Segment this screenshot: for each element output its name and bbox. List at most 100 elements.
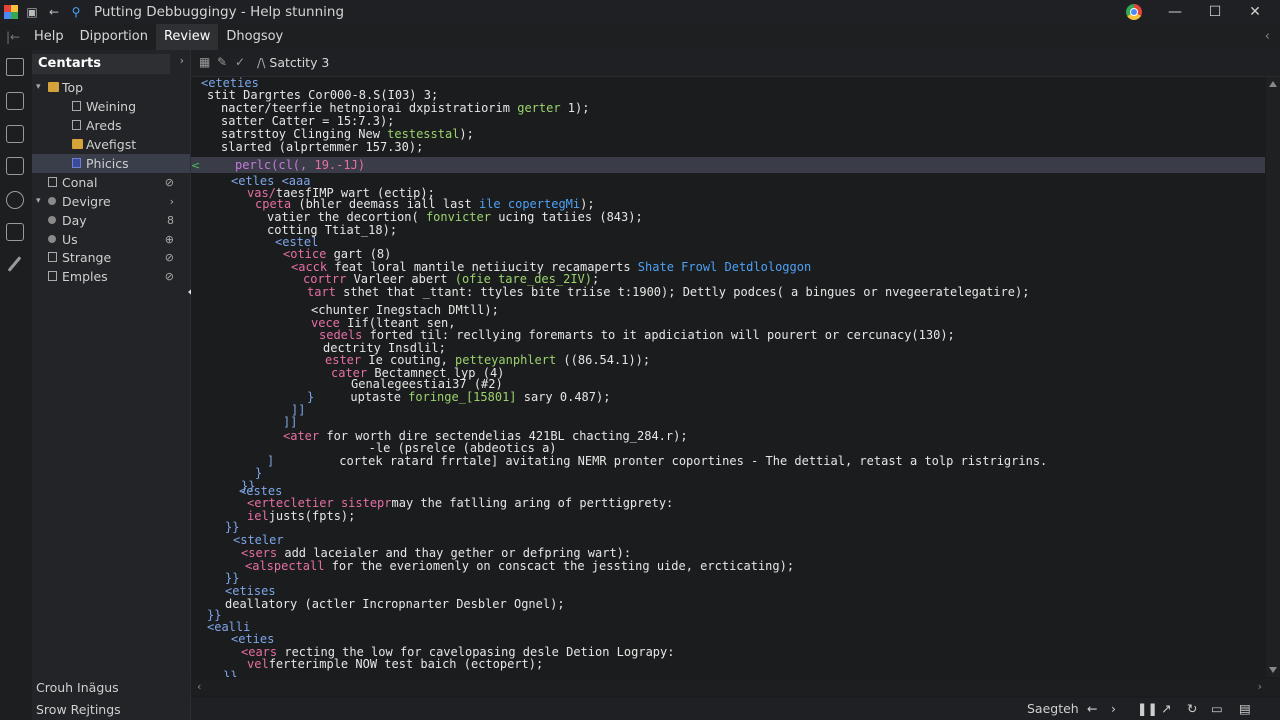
collapse-panel-icon[interactable]: |← bbox=[0, 30, 26, 44]
nav-forward-icon[interactable]: › bbox=[1111, 701, 1116, 716]
code-editor[interactable]: < <eteties stit Dargrtes Cor000-8.S(I03) … bbox=[191, 77, 1280, 677]
chevron-right-icon[interactable]: › bbox=[180, 54, 184, 67]
folder-icon bbox=[48, 82, 59, 92]
sidebar-tree-item[interactable]: Strange ⊘ bbox=[32, 248, 190, 267]
code-token: ucing tatiies (843); bbox=[490, 210, 643, 224]
code-token: gerter bbox=[517, 101, 561, 115]
scroll-down-icon[interactable] bbox=[1269, 667, 1277, 673]
code-token: sedels bbox=[319, 328, 363, 342]
file-icon bbox=[48, 197, 56, 205]
code-token: justs(fpts); bbox=[268, 509, 356, 523]
layout-icon[interactable]: ▭ bbox=[1211, 701, 1223, 716]
panel-icon[interactable] bbox=[6, 157, 24, 175]
breakpoint-arrow-icon[interactable]: < bbox=[191, 159, 200, 172]
status-search[interactable]: Saegteh bbox=[1027, 701, 1079, 716]
more-icon[interactable]: ‹ bbox=[1265, 24, 1270, 50]
file-icon bbox=[48, 252, 57, 262]
code-token: ; bbox=[592, 272, 600, 286]
sidebar-tree-item[interactable]: Weining bbox=[32, 97, 190, 116]
sidebar-tree-item[interactable]: ▾ Top bbox=[32, 78, 190, 97]
chevron-down-icon[interactable]: ▾ bbox=[36, 192, 41, 211]
code-token: <steler bbox=[233, 533, 284, 547]
code-token: forted til: recllying foremarts to it ap… bbox=[362, 328, 955, 342]
check-icon[interactable]: ✓ bbox=[235, 55, 245, 69]
sidebar-tree-item[interactable]: Areds bbox=[32, 116, 190, 135]
tree-item-action-icon[interactable]: 8 bbox=[167, 211, 174, 230]
tree-item-action-icon[interactable]: ⊘ bbox=[165, 248, 174, 267]
code-line: deallatory (actler Incropnarter Desbler … bbox=[225, 598, 565, 611]
grid-icon[interactable]: ▦ bbox=[199, 55, 210, 69]
editor-tab[interactable]: /\ Satctity 3 bbox=[257, 53, 329, 73]
scroll-right-icon[interactable]: › bbox=[1258, 680, 1262, 693]
menu-item[interactable]: Help bbox=[26, 24, 72, 50]
sidebar-tree-item[interactable]: Emples ⊘ bbox=[32, 267, 190, 286]
sidebar-tree-label: Avefigst bbox=[86, 137, 137, 152]
code-token: gart (8) bbox=[326, 247, 392, 261]
code-token: tart bbox=[307, 285, 336, 299]
tree-item-action-icon[interactable]: › bbox=[170, 192, 174, 211]
menu-item[interactable]: Dipportion bbox=[72, 24, 156, 50]
brush-icon[interactable] bbox=[6, 255, 24, 273]
code-token: slarted (alprtemmer 157.30); bbox=[221, 140, 424, 154]
edit-icon[interactable]: ✎ bbox=[217, 55, 227, 69]
sidebar-tree-label: Weining bbox=[86, 99, 137, 114]
scroll-left-icon[interactable]: ‹ bbox=[197, 680, 201, 693]
save-icon[interactable]: ▣ bbox=[24, 4, 40, 20]
code-token: } bbox=[255, 466, 263, 480]
code-token: }} bbox=[225, 571, 240, 585]
sidebar-tree-label: Conal bbox=[62, 175, 98, 190]
menu-item[interactable]: Review bbox=[155, 24, 219, 50]
menu-item[interactable]: Dhogsoy bbox=[218, 24, 291, 50]
scroll-up-icon[interactable] bbox=[1269, 81, 1277, 87]
code-token: Varleer abert bbox=[346, 272, 455, 286]
refresh-icon[interactable]: ↻ bbox=[1187, 701, 1197, 716]
chevron-down-icon[interactable]: ▾ bbox=[36, 78, 41, 97]
code-line: ] cortek ratard frrtale] avitating NEMR … bbox=[267, 455, 1047, 468]
sidebar-tree-item[interactable]: Day 8 bbox=[32, 211, 190, 230]
tree-item-action-icon[interactable]: ⊕ bbox=[165, 230, 174, 249]
minimize-icon[interactable]: — bbox=[1168, 4, 1182, 20]
code-token: 1); bbox=[560, 101, 590, 115]
code-token: Genalegeestiai37 (#2) bbox=[351, 377, 503, 391]
pause-icon[interactable]: ❚❚ bbox=[1137, 701, 1158, 716]
code-token: stit Dargrtes Cor000-8.S(I03) 3; bbox=[207, 88, 439, 102]
title-bar: ▣ ← ⚲ Putting Debbuggingy - Help stunnin… bbox=[0, 0, 1280, 24]
code-line: ieljusts(fpts); bbox=[247, 510, 355, 523]
nav-back-icon[interactable]: ← bbox=[1087, 701, 1097, 716]
code-token: <ater bbox=[283, 429, 320, 443]
notifications-icon[interactable]: ▤ bbox=[1239, 701, 1251, 716]
editor-toolbar: ▦ ✎ ✓ /\ Satctity 3 bbox=[191, 50, 1280, 77]
sidebar-header-label: Centarts bbox=[38, 56, 101, 71]
sidebar-tree-item[interactable]: Phicics bbox=[32, 154, 190, 173]
code-token: cpeta bbox=[255, 197, 292, 211]
code-token: <chunter Inegstach DMtll); bbox=[311, 303, 499, 317]
tree-item-action-icon[interactable]: ⊘ bbox=[165, 173, 174, 192]
maximize-icon[interactable]: ☐ bbox=[1208, 4, 1222, 20]
document-icon[interactable] bbox=[6, 92, 24, 110]
sidebar-footer-item[interactable]: Crouh Inägus bbox=[36, 680, 119, 695]
extensions-icon[interactable] bbox=[6, 223, 24, 241]
debug-icon[interactable] bbox=[6, 191, 24, 209]
search-icon[interactable]: ⚲ bbox=[68, 4, 84, 20]
sidebar-header[interactable]: Centarts bbox=[32, 54, 170, 74]
sidebar-tree-item[interactable]: ▾ Devigre › bbox=[32, 192, 190, 211]
browser-icon[interactable] bbox=[1126, 4, 1142, 20]
tree-item-action-icon[interactable]: ⊘ bbox=[165, 267, 174, 286]
file-icon bbox=[48, 216, 56, 224]
sidebar-tree-item[interactable]: Conal ⊘ bbox=[32, 173, 190, 192]
sidebar-tree-item[interactable]: Us ⊕ bbox=[32, 230, 190, 249]
back-arrow-icon[interactable]: ← bbox=[46, 4, 62, 20]
code-token: foringe_[15801] bbox=[408, 390, 517, 404]
sidebar-tree-label: Emples bbox=[62, 269, 108, 284]
sidebar-footer-item[interactable]: Srow Rejtings bbox=[36, 702, 121, 717]
chart-icon[interactable] bbox=[6, 125, 24, 143]
close-icon[interactable]: ✕ bbox=[1248, 4, 1262, 20]
code-token: ester bbox=[325, 353, 362, 367]
code-token: satrsttoy Clinging New bbox=[221, 127, 388, 141]
redo-icon[interactable]: ↗ bbox=[1161, 701, 1171, 716]
horizontal-scrollbar[interactable]: ‹ › bbox=[191, 679, 1280, 695]
sidebar-tree-item[interactable]: Avefigst bbox=[32, 135, 190, 154]
vertical-scrollbar[interactable] bbox=[1266, 77, 1280, 677]
explorer-icon[interactable] bbox=[6, 58, 24, 76]
